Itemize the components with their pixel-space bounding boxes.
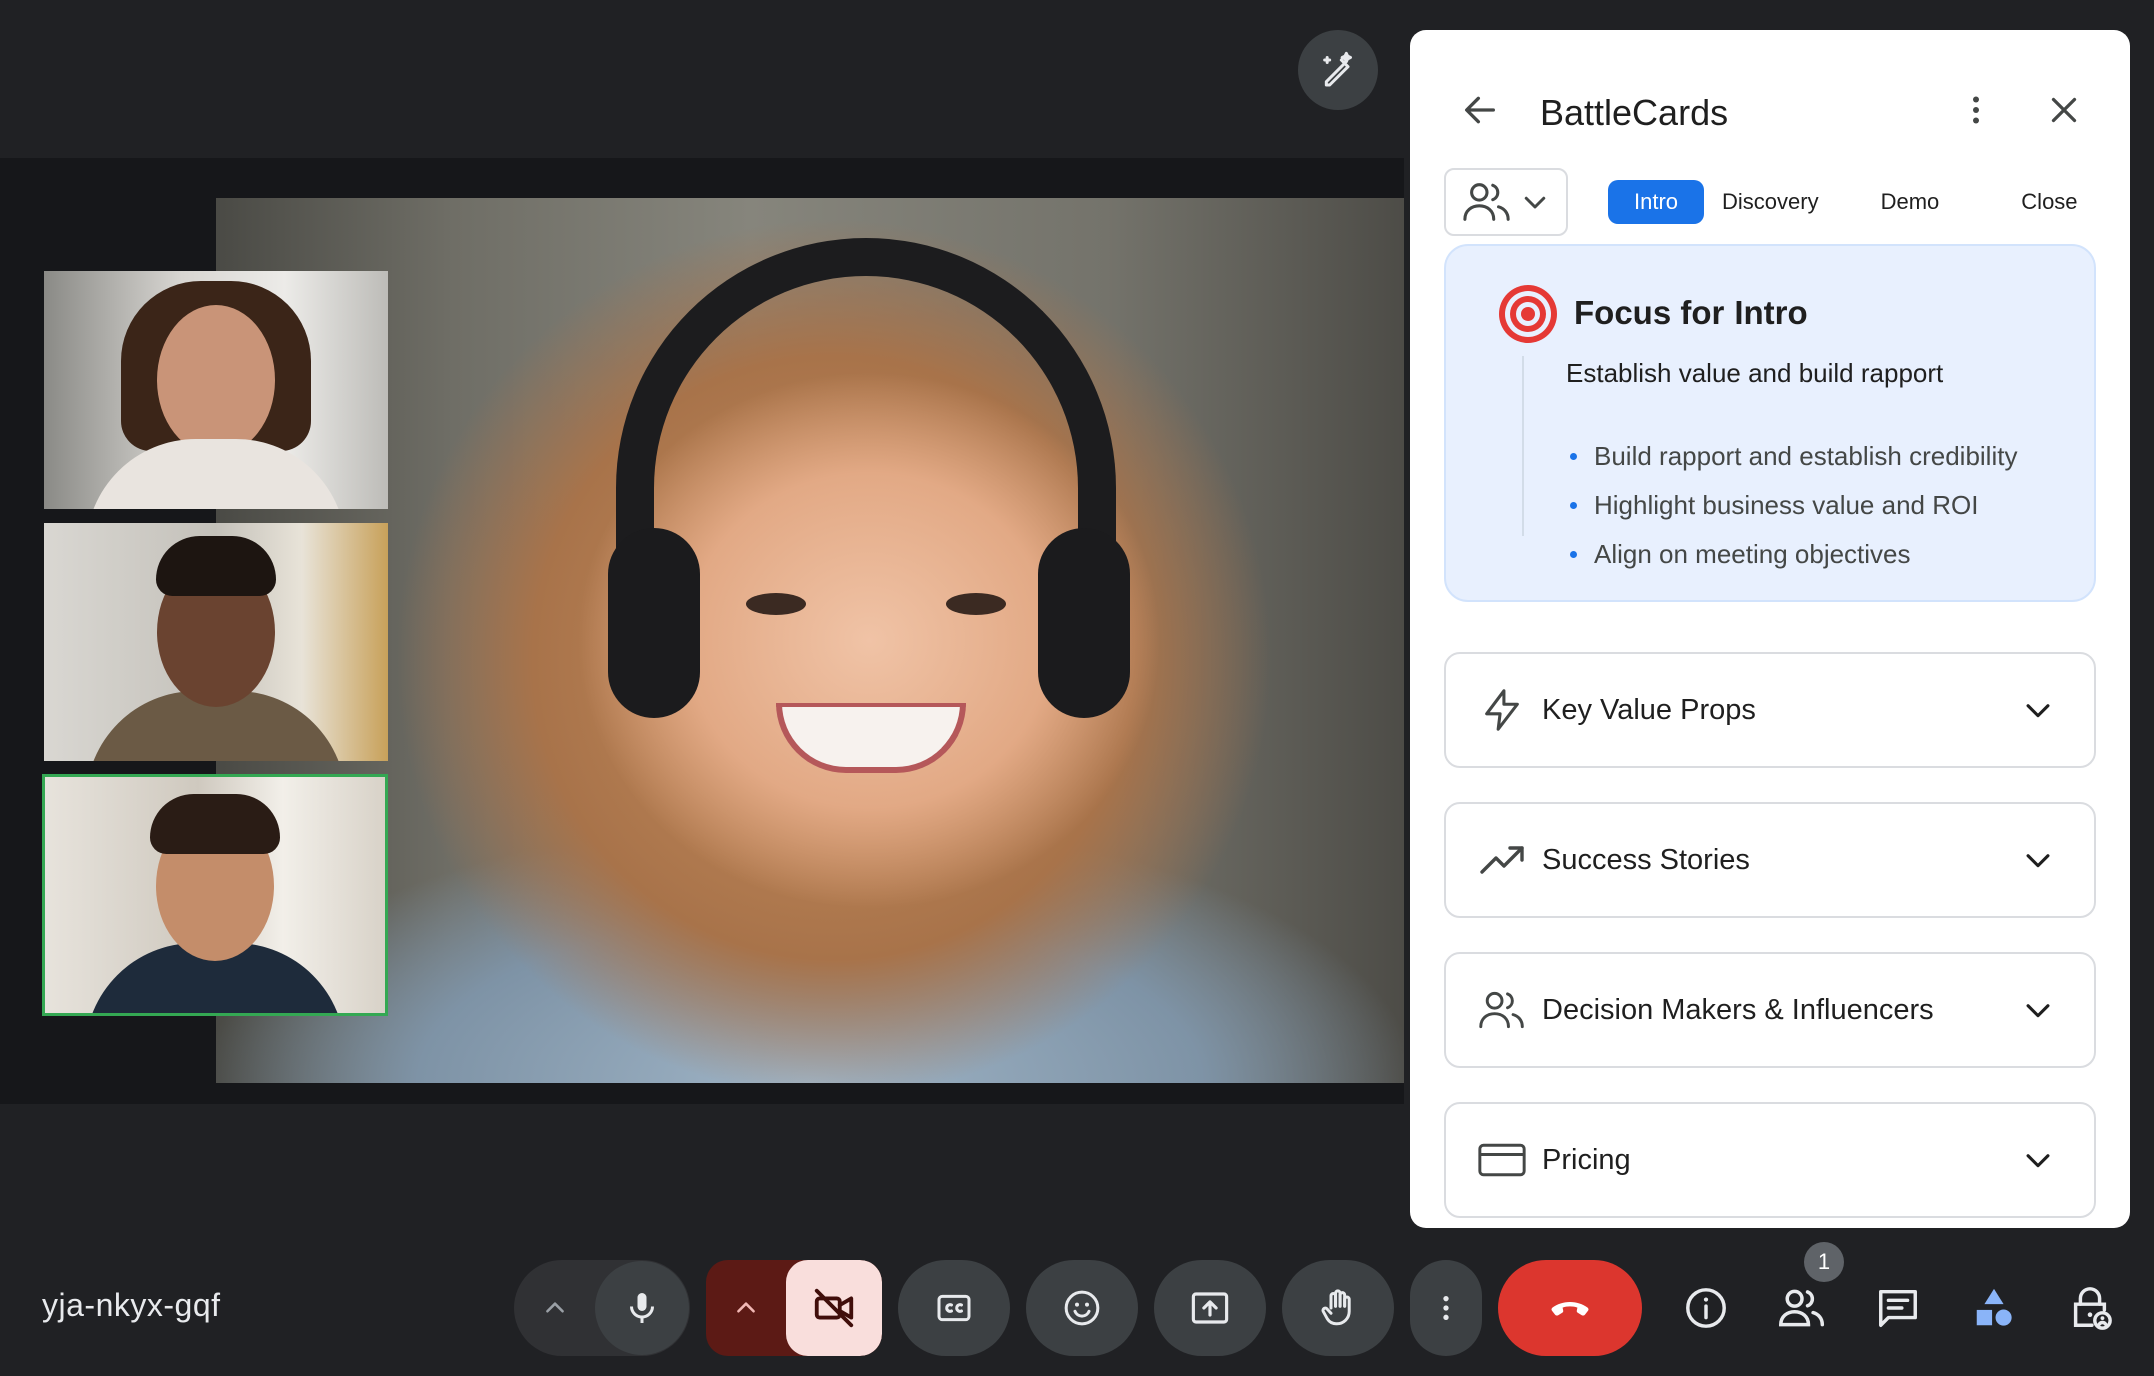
present-screen-button[interactable] [1154,1260,1266,1356]
participant-tile-3-active-speaker[interactable] [42,774,388,1016]
chevron-down-icon [1524,196,1546,209]
present-to-all-icon [1191,1292,1229,1324]
chevron-up-icon [546,1302,564,1313]
list-item: Build rapport and establish credibility [1568,432,2017,481]
audio-settings-button[interactable] [515,1260,595,1356]
chevron-down-icon [2018,990,2058,1030]
shapes-activities-icon [1976,1288,2012,1326]
lock-person-icon [2073,1287,2112,1330]
focus-stage-name: Intro [1734,294,1808,331]
chevron-down-icon [2018,840,2058,880]
chat-icon [1879,1289,1917,1327]
target-icon [1499,285,1557,343]
people-icon [1478,986,1526,1034]
more-options-button[interactable] [1410,1260,1482,1356]
participant-hair [150,794,280,855]
focus-bullet-list: Build rapport and establish credibility … [1568,432,2017,579]
microphone-control-group [514,1260,690,1356]
eye-left [746,593,806,615]
list-item: Highlight business value and ROI [1568,481,2017,530]
more-vert-icon [1973,96,1979,124]
panel-close-button[interactable] [2034,80,2094,140]
call-end-icon [1551,1302,1589,1316]
chat-button[interactable] [1862,1272,1934,1344]
focus-divider [1522,356,1524,536]
emoji-icon [1064,1290,1100,1326]
battlecards-panel: BattleCards Intro Discovery Demo Close F… [1410,30,2130,1228]
headphone-earcup-left [608,528,700,718]
meeting-details-button[interactable] [1670,1272,1742,1344]
panel-more-options-button[interactable] [1946,80,2006,140]
eye-right [946,593,1006,615]
list-item: Align on meeting objectives [1568,530,2017,579]
accordion-success-stories[interactable]: Success Stories [1444,802,2096,918]
accordion-label: Key Value Props [1542,693,1756,726]
closed-captions-icon [937,1294,971,1322]
host-controls-button[interactable] [2054,1272,2126,1344]
chevron-up-icon [737,1302,755,1313]
participant-face [157,305,275,456]
arrow-back-icon [1465,96,1495,124]
panel-title: BattleCards [1540,92,1729,133]
accordion-label: Decision Makers & Influencers [1542,993,1934,1026]
raise-hand-button[interactable] [1282,1260,1394,1356]
accordion-pricing[interactable]: Pricing [1444,1102,2096,1218]
accordion-label: Pricing [1542,1143,1631,1176]
credit-card-icon [1478,1136,1526,1184]
accordion-key-value-props[interactable]: Key Value Props [1444,652,2096,768]
info-icon [1686,1288,1726,1328]
chevron-down-icon [2018,1140,2058,1180]
main-speaker-video[interactable] [216,198,1404,1083]
more-vert-icon [1443,1296,1449,1320]
leave-call-button[interactable] [1498,1260,1642,1356]
send-reaction-button[interactable] [1026,1260,1138,1356]
activities-button[interactable] [1958,1272,2030,1344]
people-icon [1463,183,1510,221]
trending-up-icon [1478,836,1526,884]
accordion-decision-makers[interactable]: Decision Makers & Influencers [1444,952,2096,1068]
focus-prefix: Focus for [1574,294,1725,331]
focus-title: Focus for Intro [1574,294,1808,332]
visual-effects-button[interactable] [1298,30,1378,110]
captions-button[interactable] [898,1260,1010,1356]
camera-control-group [706,1260,882,1356]
participant-body [86,439,346,509]
panel-header: BattleCards [1410,30,2130,160]
participant-tile-1[interactable] [44,271,388,509]
tab-discovery[interactable]: Discovery [1704,180,1837,224]
stage-tabs: Intro Discovery Demo Close [1608,180,2104,224]
camera-off-icon [814,1288,854,1328]
camera-toggle-button[interactable] [786,1260,882,1356]
tab-intro[interactable]: Intro [1608,180,1705,224]
meeting-code: yja-nkyx-gqf [42,1287,221,1323]
participant-tile-2[interactable] [44,523,388,761]
audience-role-dropdown[interactable] [1444,168,1568,236]
people-button[interactable] [1766,1272,1838,1344]
back-button[interactable] [1450,80,1510,140]
microphone-button[interactable] [595,1261,689,1355]
raise-hand-icon [1321,1289,1351,1326]
people-icon [1779,1289,1825,1327]
video-settings-button[interactable] [706,1260,786,1356]
participant-hair [156,535,276,596]
accordion-label: Success Stories [1542,843,1750,876]
chevron-down-icon [2018,690,2058,730]
wand-pencil-icon [1323,51,1352,87]
focus-subtitle: Establish value and build rapport [1566,358,1944,388]
microphone-icon [630,1293,654,1323]
close-icon [2051,97,2077,123]
focus-card: Focus for Intro Establish value and build… [1444,244,2096,602]
smile [776,703,966,773]
headphone-earcup-right [1038,528,1130,718]
tab-demo[interactable]: Demo [1863,180,1958,224]
tab-close[interactable]: Close [2003,180,2095,224]
lightning-icon [1478,686,1526,734]
video-stage [0,158,1404,1104]
